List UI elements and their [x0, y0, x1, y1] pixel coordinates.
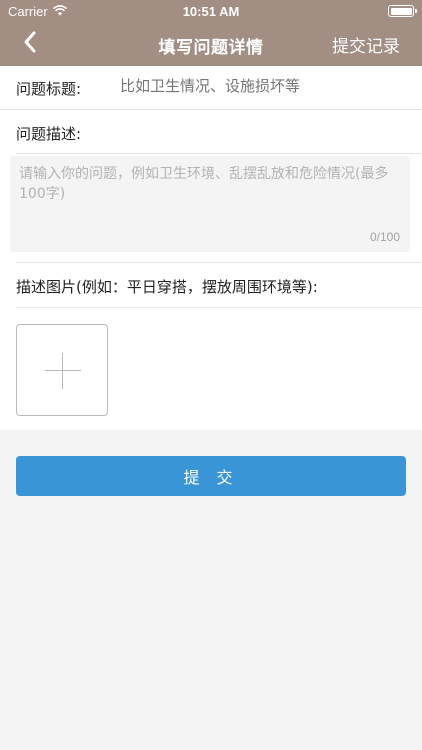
character-counter: 0/100	[369, 230, 400, 244]
status-bar: Carrier 10:51 AM	[0, 0, 422, 22]
title-row: 问题标题:	[0, 66, 422, 110]
divider	[16, 262, 422, 263]
photo-label: 描述图片(例如：平日穿搭，摆放周围环境等):	[16, 278, 318, 296]
status-time: 10:51 AM	[182, 4, 240, 19]
title-input[interactable]	[120, 78, 400, 95]
title-label: 问题标题:	[16, 80, 82, 98]
form-panel: 问题标题: 问题描述: 请输入你的问题，例如卫生环境、乱摆乱放和危险情况(最多1…	[0, 66, 422, 430]
divider	[16, 153, 422, 154]
divider	[16, 307, 422, 308]
description-label: 问题描述:	[16, 125, 82, 143]
description-textarea[interactable]: 请输入你的问题，例如卫生环境、乱摆乱放和危险情况(最多100字) 0/100	[10, 156, 410, 252]
nav-bar: 填写问题详情 提交记录	[0, 22, 422, 66]
submit-button[interactable]: 提 交	[16, 456, 406, 496]
add-photo-button[interactable]	[16, 324, 108, 416]
description-placeholder: 请输入你的问题，例如卫生环境、乱摆乱放和危险情况(最多100字)	[19, 166, 389, 202]
submit-records-button[interactable]: 提交记录	[332, 32, 400, 57]
battery-icon	[388, 5, 417, 17]
